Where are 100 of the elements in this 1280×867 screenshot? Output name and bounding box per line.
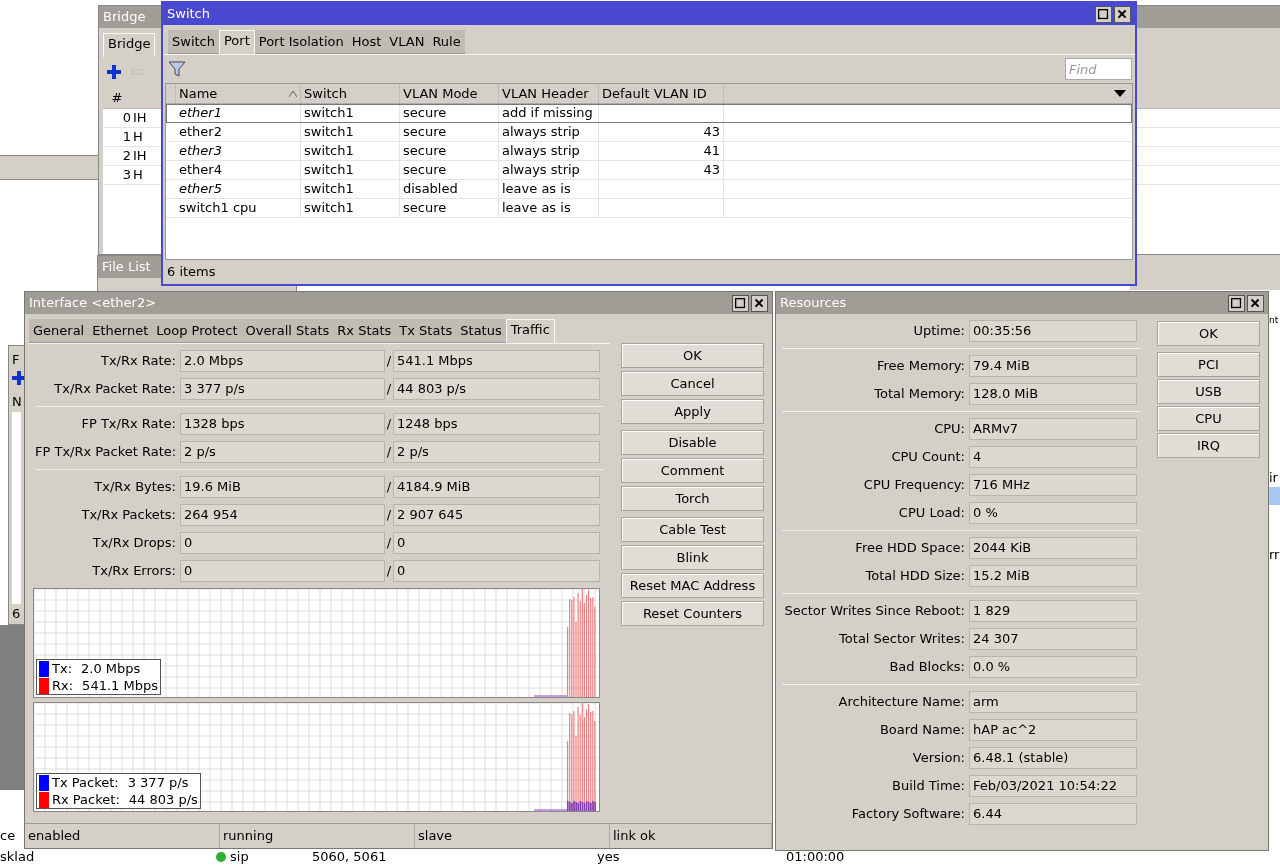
status-cell: running [220, 824, 415, 848]
status-dot-icon [215, 850, 227, 863]
tab[interactable]: Overall Stats [241, 319, 334, 343]
table-cell-text: leave as is [502, 199, 571, 218]
tab[interactable]: VLAN [385, 30, 429, 54]
tab[interactable]: Loop Protect [152, 319, 242, 343]
dialog-button[interactable]: Reset Counters [621, 601, 764, 626]
maximize-icon[interactable] [732, 294, 749, 312]
table-row[interactable]: ether2 switch1 secure always strip 43 [166, 123, 1132, 142]
value-field: Feb/03/2021 10:54:22 [969, 775, 1137, 797]
status-cell: link ok [610, 824, 772, 848]
dialog-button[interactable]: Reset MAC Address [621, 573, 764, 598]
table-row[interactable]: ether4 switch1 secure always strip 43 [166, 161, 1132, 180]
column-header[interactable]: Default VLAN ID [599, 84, 724, 103]
dialog-button[interactable]: USB [1157, 379, 1260, 404]
table-row[interactable]: ether1 switch1 secure add if missing [166, 104, 1132, 123]
table-cell-text: secure [403, 199, 447, 218]
table-cell-text: H [133, 128, 143, 147]
field-label: Architecture Name: [837, 693, 966, 712]
value-field: 6.44 [969, 803, 1137, 825]
tab[interactable]: Tx Stats [395, 319, 457, 343]
legend-value: 3 377 p/s [127, 773, 189, 792]
dropdown-icon[interactable] [1114, 89, 1126, 98]
column-header[interactable]: VLAN Header [499, 84, 599, 103]
maximize-icon[interactable] [1095, 5, 1112, 23]
field-label: Version: [911, 749, 966, 768]
table-cell-text: 5060, 5061 [312, 847, 388, 866]
table-cell-text: ether4 [179, 161, 222, 180]
field-label: Total Sector Writes: [838, 630, 966, 649]
table-cell-text: switch1 [304, 180, 354, 199]
find-field[interactable]: Find [1065, 58, 1132, 80]
dialog-button[interactable]: OK [621, 343, 764, 368]
dialog-button[interactable]: Blink [621, 545, 764, 570]
table-cell-text: 43 [703, 161, 720, 180]
item-count: 6 [12, 605, 21, 623]
value-field: 128.0 MiB [969, 383, 1137, 405]
tab[interactable]: F [12, 350, 20, 368]
dialog-button[interactable]: Disable [621, 430, 764, 455]
column-header[interactable]: Switch [301, 84, 400, 103]
tab[interactable]: Rx Stats [333, 319, 396, 343]
separator-text: / [385, 534, 393, 553]
separator-text: / [385, 415, 393, 434]
column-header[interactable]: VLAN Mode [400, 84, 499, 103]
dialog-button[interactable]: PCI [1157, 352, 1260, 377]
value-field: 3 377 p/s [180, 378, 385, 400]
table-cell-text: secure [403, 161, 447, 180]
table-row[interactable]: ether3 switch1 secure always strip 41 [166, 142, 1132, 161]
filter-icon[interactable] [166, 58, 188, 80]
field-label: CPU Load: [897, 504, 966, 523]
dialog-button[interactable]: Comment [621, 458, 764, 483]
legend-label: Tx: [52, 659, 72, 678]
tab[interactable]: Port [219, 30, 255, 54]
dialog-button[interactable]: OK [1157, 321, 1260, 346]
add-icon[interactable] [12, 368, 26, 388]
item-count: 6 items [167, 263, 216, 282]
table-cell-text: 0 [121, 109, 132, 128]
window-title: Interface <ether2> [29, 294, 157, 313]
tab[interactable]: Bridge [103, 33, 156, 57]
field-label: Total Memory: [873, 385, 966, 404]
field-label: Tx/Rx Packet Rate: [53, 380, 177, 399]
table-row[interactable]: switch1 cpu switch1 secure leave as is [166, 199, 1132, 218]
dialog-button[interactable]: Apply [621, 399, 764, 424]
separator-text: / [385, 506, 393, 525]
dialog-button[interactable]: Cancel [621, 371, 764, 396]
tab[interactable]: General [29, 319, 89, 343]
cut-text: ir [1269, 468, 1279, 487]
tab[interactable]: Status [456, 319, 506, 343]
close-icon[interactable] [751, 294, 768, 312]
table-cell-text: ether1 [179, 104, 222, 123]
separator-text: / [385, 562, 393, 581]
close-icon[interactable] [1247, 294, 1264, 312]
field-label: Factory Software: [850, 805, 966, 824]
table-cell-text: always strip [502, 123, 580, 142]
field-label: Uptime: [912, 322, 966, 341]
tab[interactable]: Switch [168, 30, 219, 54]
window-title: Switch [167, 5, 210, 24]
field-label: Tx/Rx Bytes: [93, 478, 177, 497]
close-icon[interactable] [1114, 5, 1131, 23]
field-label: CPU Count: [890, 448, 966, 467]
field-label: Build Time: [891, 777, 966, 796]
field-label: Free HDD Space: [854, 539, 966, 558]
tab[interactable]: Host [347, 30, 386, 54]
table-cell-text: IH [133, 147, 147, 166]
value-field: 4 [969, 446, 1137, 468]
maximize-icon[interactable] [1228, 294, 1245, 312]
tab[interactable]: Rule [428, 30, 465, 54]
dialog-button[interactable]: IRQ [1157, 433, 1260, 458]
tab[interactable]: Ethernet [88, 319, 153, 343]
field-label: Tx/Rx Packets: [80, 506, 177, 525]
value-field: 44 803 p/s [393, 378, 600, 400]
table-cell-text: 3 [121, 166, 132, 185]
value-field: 0 % [969, 502, 1137, 524]
dialog-button[interactable]: CPU [1157, 406, 1260, 431]
tab[interactable]: Port Isolation [254, 30, 348, 54]
table-cell-text: IH [133, 109, 147, 128]
dialog-button[interactable]: Torch [621, 486, 764, 511]
column-header[interactable]: Name [176, 84, 301, 103]
tab[interactable]: Traffic [505, 319, 555, 343]
dialog-button[interactable]: Cable Test [621, 517, 764, 542]
table-row[interactable]: ether5 switch1 disabled leave as is [166, 180, 1132, 199]
